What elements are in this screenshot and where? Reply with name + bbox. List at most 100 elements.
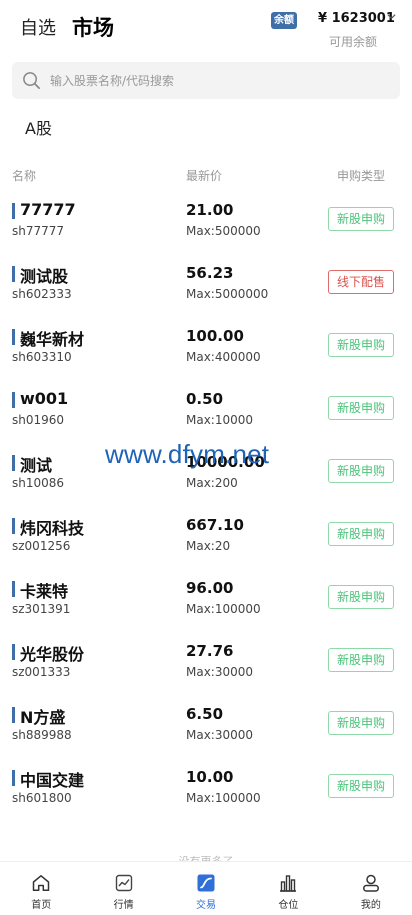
stock-code: sh77777 [12, 224, 65, 238]
stock-row[interactable]: 77777 sh77777 21.00 Max:500000 新股申购 [0, 193, 412, 256]
stock-code: sh889988 [12, 728, 72, 742]
balance-amount[interactable]: ¥ 1623001 [318, 11, 395, 26]
tab-home-label: 首页 [31, 900, 52, 911]
row-accent-bar [12, 392, 15, 408]
row-accent-bar [12, 644, 15, 660]
column-header-price: 最新价 [186, 169, 223, 183]
row-accent-bar [12, 266, 15, 282]
stock-name: 测试 [20, 456, 53, 475]
tab-market[interactable]: 市场 [72, 12, 114, 42]
stock-row[interactable]: w001 sh01960 0.50 Max:10000 新股申购 [0, 382, 412, 445]
stock-row[interactable]: 卡莱特 sz301391 96.00 Max:100000 新股申购 [0, 571, 412, 634]
trade-icon [197, 874, 215, 892]
balance-badge: 余额 [271, 12, 297, 29]
stock-max: Max:100000 [186, 602, 261, 616]
stock-code: sh01960 [12, 413, 65, 427]
stock-name: N方盛 [20, 708, 66, 727]
tab-position[interactable]: 仓位 [247, 862, 329, 915]
tab-mine-label: 我的 [360, 900, 381, 911]
row-accent-bar [12, 203, 15, 219]
search-icon [23, 72, 40, 89]
row-accent-bar [12, 329, 15, 345]
subscribe-type-button[interactable]: 新股申购 [328, 522, 394, 546]
row-accent-bar [12, 581, 15, 597]
stock-code: sh10086 [12, 476, 65, 490]
stock-row[interactable]: 巍华新材 sh603310 100.00 Max:400000 新股申购 [0, 319, 412, 382]
stock-max: Max:20 [186, 539, 231, 553]
tab-quotes[interactable]: 行情 [82, 862, 164, 915]
stock-price: 6.50 [186, 705, 224, 723]
stock-max: Max:30000 [186, 665, 254, 679]
header: 自选 市场 余额 ¥ 1623001 可用余额 [0, 0, 412, 56]
subscribe-type-button[interactable]: 新股申购 [328, 459, 394, 483]
subscribe-type-button[interactable]: 新股申购 [328, 648, 394, 672]
subscribe-type-button[interactable]: 新股申购 [328, 585, 394, 609]
row-accent-bar [12, 518, 15, 534]
stock-code: sh603310 [12, 350, 72, 364]
stock-name: 测试股 [20, 267, 69, 286]
stock-max: Max:500000 [186, 224, 261, 238]
tab-home[interactable]: 首页 [0, 862, 82, 915]
stock-code: sz301391 [12, 602, 71, 616]
stock-name: w001 [20, 389, 69, 408]
chevron-down-icon[interactable] [387, 12, 396, 21]
subscribe-type-button[interactable]: 新股申购 [328, 333, 394, 357]
stock-max: Max:400000 [186, 350, 261, 364]
stock-row[interactable]: 测试股 sh602333 56.23 Max:5000000 线下配售 [0, 256, 412, 319]
stock-code: sh601800 [12, 791, 72, 805]
user-icon [362, 874, 379, 892]
stock-code: sh602333 [12, 287, 72, 301]
stock-code: sz001333 [12, 665, 71, 679]
stock-row[interactable]: 炜冈科技 sz001256 667.10 Max:20 新股申购 [0, 508, 412, 571]
stock-row[interactable]: 测试 sh10086 10000.00 Max:200 新股申购 [0, 445, 412, 508]
tab-position-label: 仓位 [278, 900, 299, 911]
subscribe-type-button[interactable]: 新股申购 [328, 711, 394, 735]
section-title-a-shares: A股 [25, 119, 52, 138]
tab-trade[interactable]: 交易 [165, 862, 247, 915]
subscribe-type-button[interactable]: 线下配售 [328, 270, 394, 294]
stock-row[interactable]: 光华股份 sz001333 27.76 Max:30000 新股申购 [0, 634, 412, 697]
tab-watchlist[interactable]: 自选 [20, 14, 56, 40]
no-more-text: 没有更多了 [0, 853, 412, 861]
tab-mine[interactable]: 我的 [330, 862, 412, 915]
chart-icon [115, 874, 132, 892]
stock-price: 27.76 [186, 642, 234, 660]
subscribe-type-button[interactable]: 新股申购 [328, 207, 394, 231]
stock-price: 96.00 [186, 579, 234, 597]
bottom-tab-bar: 首页 行情 交易 仓位 我的 [0, 861, 412, 915]
balance-label: 可用余额 [329, 35, 378, 49]
stock-name: 中国交建 [20, 771, 85, 790]
column-header-type: 申购类型 [337, 169, 386, 183]
stock-name: 光华股份 [20, 645, 85, 664]
stock-row[interactable]: N方盛 sh889988 6.50 Max:30000 新股申购 [0, 697, 412, 760]
stock-max: Max:30000 [186, 728, 254, 742]
stock-price: 0.50 [186, 390, 224, 408]
stock-price: 56.23 [186, 264, 234, 282]
stock-name: 炜冈科技 [20, 519, 85, 538]
stock-name: 巍华新材 [20, 330, 85, 349]
stock-code: sz001256 [12, 539, 71, 553]
row-accent-bar [12, 770, 15, 786]
search-bar[interactable] [12, 62, 400, 99]
subscribe-type-button[interactable]: 新股申购 [328, 774, 394, 798]
search-input[interactable] [50, 62, 380, 99]
row-accent-bar [12, 455, 15, 471]
stock-price: 10000.00 [186, 453, 265, 471]
stock-price: 667.10 [186, 516, 244, 534]
column-header-name: 名称 [12, 169, 37, 183]
tab-quotes-label: 行情 [113, 900, 134, 911]
stock-price: 21.00 [186, 201, 234, 219]
stock-max: Max:100000 [186, 791, 261, 805]
subscribe-type-button[interactable]: 新股申购 [328, 396, 394, 420]
stock-name: 77777 [20, 200, 76, 219]
stock-row[interactable]: 中国交建 sh601800 10.00 Max:100000 新股申购 [0, 760, 412, 823]
stock-list: 77777 sh77777 21.00 Max:500000 新股申购 测试股 … [0, 193, 412, 823]
stock-price: 10.00 [186, 768, 234, 786]
tab-trade-label: 交易 [196, 900, 217, 911]
stock-max: Max:5000000 [186, 287, 269, 301]
home-icon [32, 875, 50, 891]
stock-price: 100.00 [186, 327, 244, 345]
position-icon [280, 875, 297, 892]
stock-max: Max:10000 [186, 413, 254, 427]
stock-name: 卡莱特 [20, 582, 69, 601]
